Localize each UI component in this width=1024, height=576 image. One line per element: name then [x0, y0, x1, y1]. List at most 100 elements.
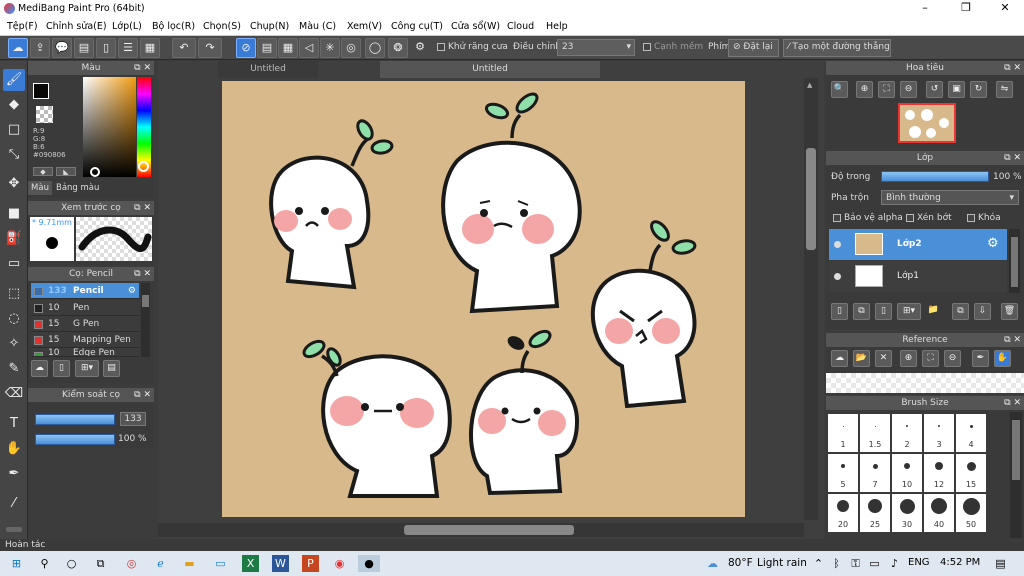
fit-screen-icon[interactable]: ▣ [948, 81, 965, 98]
move-tool-icon[interactable]: ✥ [3, 173, 25, 195]
select-pen-tool-icon[interactable]: ✎ [3, 358, 25, 380]
brush-size-cell[interactable]: 5 [828, 454, 858, 492]
rotate-left-icon[interactable]: ↺ [926, 81, 943, 98]
minimize-button[interactable]: – [910, 1, 940, 14]
radial-snap-icon[interactable]: ✳ [320, 38, 340, 58]
hand-tool-icon[interactable]: ✋ [3, 438, 25, 460]
transparent-swatch[interactable] [36, 106, 53, 123]
lock-checkbox[interactable]: Khóa [967, 213, 1001, 223]
horizontal-scrollbar[interactable] [158, 523, 804, 537]
menu-filter[interactable]: Bộ lọc(R) [152, 21, 195, 32]
panel-close-icon[interactable]: ⧉ ✕ [134, 61, 151, 75]
windows-start-icon[interactable]: ⊞ [8, 555, 25, 572]
edge-browser-icon[interactable]: ℯ [152, 555, 169, 572]
layer-visibility-icon[interactable] [834, 273, 841, 280]
panel-close-icon[interactable]: ⧉ ✕ [1004, 151, 1021, 165]
fill-rectangle-tool-icon[interactable]: ■ [3, 203, 25, 225]
notification-icon[interactable]: ▤ [992, 555, 1009, 572]
bucket-tool-icon[interactable]: ⛽ [3, 228, 25, 250]
horizontal-scroll-thumb[interactable] [404, 525, 574, 535]
brush-size-cell[interactable]: 3 [924, 414, 954, 452]
palette-tool-icon[interactable]: ◣ [56, 167, 76, 176]
vertical-scrollbar[interactable]: ▲ [804, 78, 818, 520]
menu-select[interactable]: Chọn(S) [203, 21, 241, 32]
brush-size-cell[interactable]: 30 [892, 494, 922, 532]
show-hidden-icons-icon[interactable]: ⌃ [810, 555, 827, 572]
drawing-canvas[interactable] [222, 81, 745, 517]
brush-item-g-pen[interactable]: 15 G Pen [31, 316, 139, 332]
brush-item-edge-pen[interactable]: 10 Edge Pen [31, 348, 139, 357]
saturation-value-picker[interactable] [83, 77, 136, 177]
brush-item-mapping-pen[interactable]: 15 Mapping Pen [31, 332, 139, 348]
new-brush-icon[interactable]: ▯ [53, 360, 70, 377]
settings-icon[interactable]: ⚙ [410, 38, 430, 58]
layer-row-lop1[interactable]: Lớp1 [829, 261, 1007, 292]
vertical-scroll-thumb[interactable] [806, 148, 816, 250]
cloud-icon[interactable]: ☁ [8, 38, 28, 58]
brush-size-cell[interactable]: 2 [892, 414, 922, 452]
brush-size-cell[interactable]: 40 [924, 494, 954, 532]
reference-zoom-in-icon[interactable]: ⊕ [900, 350, 917, 367]
monitor-app-icon[interactable]: ▭ [212, 555, 229, 572]
menu-view[interactable]: Xem(V) [347, 21, 382, 32]
panel-close-icon[interactable]: ⧉ ✕ [134, 201, 151, 215]
brush-opacity-slider[interactable] [35, 434, 115, 445]
undo-button[interactable]: ↶ [172, 38, 196, 58]
no-snap-icon[interactable]: ⊘ [236, 38, 256, 58]
primary-color-swatch[interactable] [33, 83, 49, 99]
reference-zoom-out-icon[interactable]: ⊖ [944, 350, 961, 367]
reference-fit-icon[interactable]: ⛶ [922, 350, 939, 367]
reference-close-icon[interactable]: ✕ [875, 350, 892, 367]
app-icon-media[interactable]: ◎ [123, 555, 140, 572]
grid-snap-icon[interactable]: ▦ [278, 38, 298, 58]
blend-mode-dropdown[interactable]: Bình thường ▾ [881, 190, 1019, 205]
reference-eyedropper-icon[interactable]: ✒ [972, 350, 989, 367]
add-layer-dropdown-icon[interactable]: ⊞▾ [897, 303, 921, 320]
network-icon[interactable]: ⚿ [847, 555, 864, 572]
select-rect-tool-icon[interactable]: ⬚ [3, 283, 25, 305]
brush-list-scrollbar[interactable] [141, 283, 150, 357]
panel-close-icon[interactable]: ⧉ ✕ [1004, 396, 1021, 410]
protect-alpha-checkbox[interactable]: Bảo vệ alpha [833, 213, 903, 223]
tools-scrollbar[interactable] [6, 527, 22, 532]
search-icon[interactable]: ⚲ [36, 555, 53, 572]
soft-edge-checkbox[interactable]: Cạnh mềm [643, 42, 703, 52]
merge-layer-icon[interactable]: ⇩ [974, 303, 991, 320]
brush-size-cell[interactable]: 1.5 [860, 414, 890, 452]
volume-icon[interactable]: ♪ [886, 555, 903, 572]
brush-item-pen[interactable]: 10 Pen [31, 300, 139, 316]
layer-scrollbar[interactable] [1009, 229, 1020, 293]
duplicate-layer-icon[interactable]: ⧉ [952, 303, 969, 320]
reference-hand-icon[interactable]: ✋ [994, 350, 1011, 367]
pen-divide-tool-icon[interactable]: ⁄ [3, 493, 25, 515]
brush-item-pencil[interactable]: 133 Pencil ⚙ [31, 283, 139, 299]
straight-line-button[interactable]: ⁄ Tạo một đường thẳng [783, 39, 891, 57]
brush-size-field[interactable]: 133 [120, 412, 146, 426]
circle-snap-icon[interactable]: ◯ [365, 38, 385, 58]
layer-list-icon[interactable]: ☰ [118, 38, 138, 58]
excel-icon[interactable]: X [242, 555, 259, 572]
menu-window[interactable]: Cửa sổ(W) [451, 21, 500, 32]
brush-size-cell[interactable]: 10 [892, 454, 922, 492]
concentric-snap-icon[interactable]: ◎ [341, 38, 361, 58]
battery-icon[interactable]: ▭ [866, 555, 883, 572]
menu-tools[interactable]: Công cụ(T) [391, 21, 443, 32]
language-indicator[interactable]: ENG [908, 557, 930, 568]
layer-visibility-icon[interactable] [834, 241, 841, 248]
brush-size-cell[interactable]: 50 [956, 494, 986, 532]
layer-row-lop2[interactable]: Lớp2 ⚙ [829, 229, 1007, 260]
eraser-tool-icon[interactable]: ◆ [3, 94, 25, 116]
antialias-checkbox[interactable]: Khử răng cưa [437, 42, 508, 52]
scrollbar-thumb[interactable] [1011, 237, 1018, 287]
powerpoint-icon[interactable]: P [302, 555, 319, 572]
cortana-icon[interactable]: ○ [63, 555, 80, 572]
brush-size-cell[interactable]: 25 [860, 494, 890, 532]
brush-size-scrollbar[interactable] [1010, 412, 1022, 538]
scrollbar-thumb[interactable] [142, 295, 149, 307]
reference-view[interactable] [826, 373, 1024, 393]
brush-settings-icon[interactable]: ▤ [103, 360, 120, 377]
new-1bit-layer-icon[interactable]: ▯ [875, 303, 892, 320]
perspective-snap-icon[interactable]: ◁ [299, 38, 319, 58]
speech-bubble-icon[interactable]: 💬 [52, 38, 72, 58]
zoom-in-icon[interactable]: ⊕ [856, 81, 873, 98]
